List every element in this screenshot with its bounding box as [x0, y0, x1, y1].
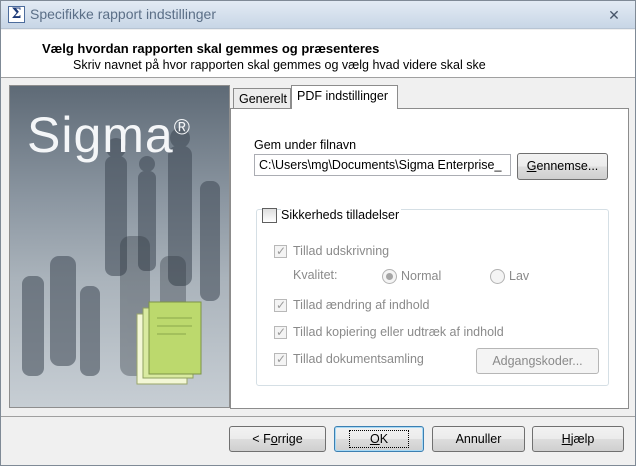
sigma-app-icon[interactable]: Σ: [8, 6, 25, 23]
filename-input[interactable]: C:\Users\mg\Documents\Sigma Enterprise_: [254, 154, 511, 176]
ok-accesskey: O: [369, 432, 380, 446]
quality-normal-label: Normal: [401, 269, 442, 283]
ok-label: K: [379, 432, 389, 446]
sigma-brand-image: Sigma®: [9, 85, 230, 408]
title-bar[interactable]: Σ Specifikke rapport indstillinger ✕: [1, 1, 635, 29]
help-label: jælp: [570, 432, 595, 446]
save-filename-label: Gem under filnavn: [254, 138, 357, 152]
quality-low-radio[interactable]: [490, 269, 505, 284]
browse-accesskey: G: [526, 159, 537, 173]
help-accesskey: H: [561, 432, 571, 446]
registered-mark: ®: [173, 114, 191, 140]
quality-low-label: Lav: [509, 269, 530, 283]
window-title: Specifikke rapport indstillinger: [30, 6, 216, 22]
ok-focus-rect: OK: [348, 430, 410, 448]
assembly-checkbox[interactable]: [274, 352, 287, 366]
previous-label-a: < F: [252, 432, 271, 446]
sigma-logo: Sigma®: [27, 106, 191, 164]
assembly-label: Tillad dokumentsamling: [293, 352, 424, 366]
previous-label-b: rrige: [277, 432, 303, 446]
security-label[interactable]: Sikkerheds tilladelser: [281, 208, 402, 222]
copy-label: Tillad kopiering eller udtræk af indhold: [293, 325, 504, 339]
passwords-button[interactable]: Adgangskoder...: [476, 348, 599, 374]
quality-label: Kvalitet:: [293, 268, 338, 282]
print-label: Tillad udskrivning: [293, 244, 390, 258]
modify-checkbox[interactable]: [274, 298, 287, 312]
header-banner: Vælg hvordan rapporten skal gemmes og pr…: [1, 30, 635, 78]
tab-generelt[interactable]: Generelt: [233, 88, 291, 109]
dialog-window: Σ Specifikke rapport indstillinger ✕ Væl…: [0, 0, 636, 466]
security-checkbox[interactable]: [262, 208, 277, 223]
close-icon[interactable]: ✕: [604, 7, 624, 24]
copy-checkbox[interactable]: [274, 325, 287, 339]
modify-label: Tillad ændring af indhold: [293, 298, 430, 312]
previous-accesskey: o: [270, 432, 278, 446]
footer-separator: [1, 416, 635, 417]
header-subtitle: Skriv navnet på hvor rapporten skal gemm…: [73, 58, 486, 72]
browse-label: ennemse...: [536, 159, 599, 173]
previous-button[interactable]: < Forrige: [229, 426, 326, 452]
ok-button[interactable]: OK: [334, 426, 424, 452]
cancel-button[interactable]: Annuller: [432, 426, 525, 452]
print-checkbox[interactable]: [274, 244, 287, 258]
header-title: Vælg hvordan rapporten skal gemmes og pr…: [42, 41, 380, 56]
help-button[interactable]: Hjælp: [532, 426, 624, 452]
tab-pdf-indstillinger[interactable]: PDF indstillinger: [291, 85, 398, 109]
sigma-logo-text: Sigma: [27, 107, 174, 163]
quality-normal-radio[interactable]: [382, 269, 397, 284]
browse-button[interactable]: Gennemse...: [517, 153, 608, 180]
document-icon: [136, 301, 202, 385]
